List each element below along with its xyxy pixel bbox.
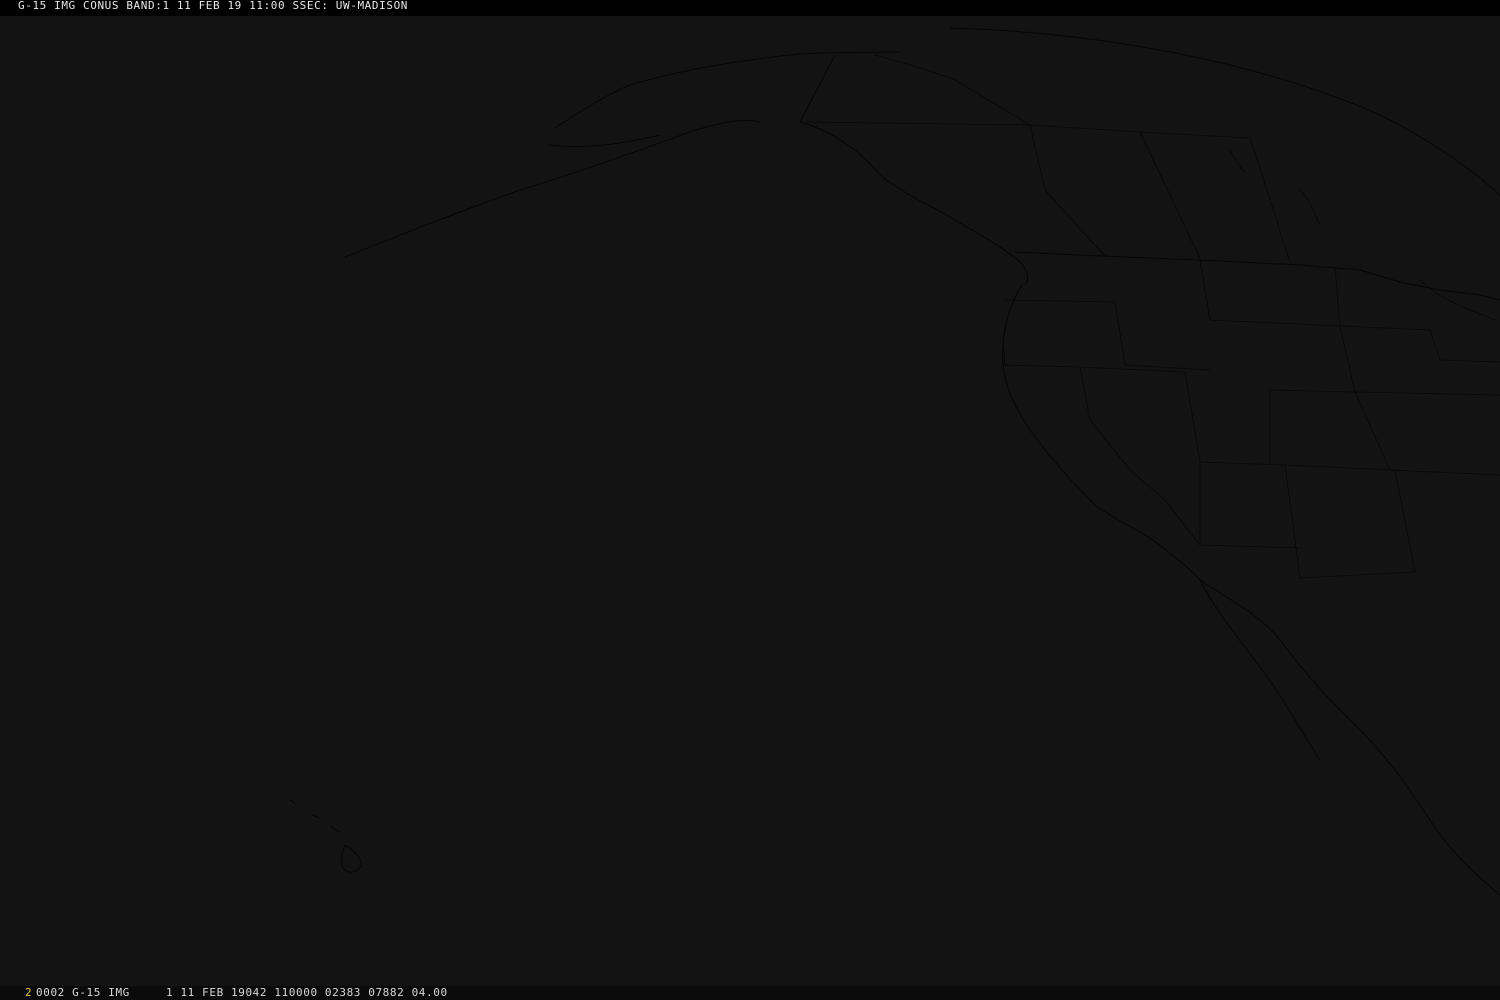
image-title: G-15 IMG CONUS BAND:1 11 FEB 19 11:00 SS… xyxy=(18,0,409,12)
lakes xyxy=(1229,149,1496,321)
header-bar: G-15 IMG CONUS BAND:1 11 FEB 19 11:00 SS… xyxy=(0,0,1500,16)
state-lines xyxy=(1002,259,1500,579)
frame-info: 0002 G-15 IMG 1 11 FEB 19042 110000 0238… xyxy=(36,986,448,999)
mexico-coast xyxy=(1199,579,1500,896)
us-west-coast xyxy=(1001,284,1201,581)
satellite-image-area[interactable] xyxy=(0,16,1500,986)
hawaii-islands xyxy=(289,799,363,873)
alaska-canada-border xyxy=(799,54,836,123)
earth-limb xyxy=(949,27,1500,196)
province-lines xyxy=(804,54,1291,263)
footer-bar: 2 0002 G-15 IMG 1 11 FEB 19042 110000 02… xyxy=(0,986,1500,1000)
alaska-coastline xyxy=(344,51,901,258)
us-canada-border xyxy=(1014,251,1500,301)
frame-index: 2 xyxy=(25,986,32,999)
canada-pacific-coast xyxy=(799,121,1029,286)
map-outlines xyxy=(289,27,1500,896)
